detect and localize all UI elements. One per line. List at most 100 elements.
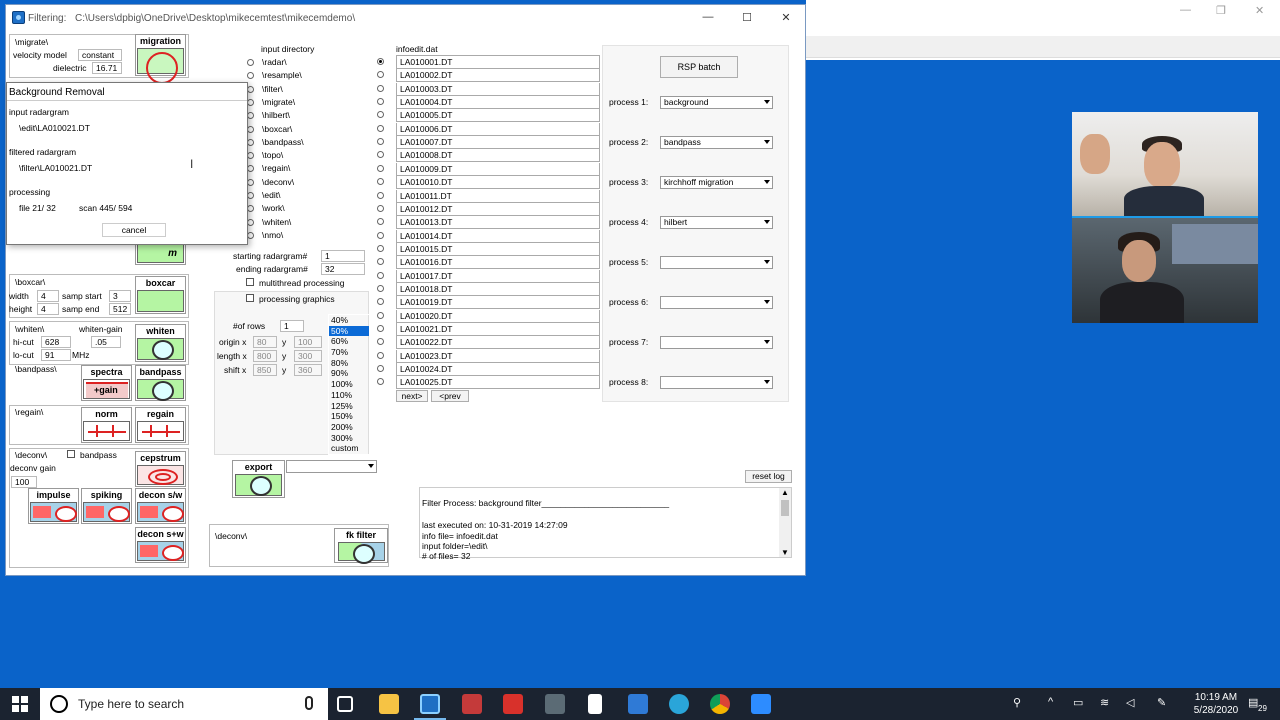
file-list-item[interactable]: LA010025.DT <box>396 376 600 390</box>
people-icon[interactable]: ⚲ <box>1013 696 1021 709</box>
file-list-item[interactable]: LA010009.DT <box>396 162 600 176</box>
cepstrum-button[interactable]: cepstrum <box>135 451 186 487</box>
scroll-down-icon[interactable]: ▼ <box>781 548 789 557</box>
impulse-button[interactable]: impulse <box>28 488 79 524</box>
height-field[interactable]: 4 <box>37 303 59 315</box>
norm-button[interactable]: norm <box>81 407 132 443</box>
input-dir-radio[interactable] <box>247 205 254 213</box>
file-radio[interactable] <box>377 138 384 146</box>
fk-filter-button[interactable]: fk filter <box>334 528 388 564</box>
edge-icon[interactable] <box>669 694 689 714</box>
file-list-item[interactable]: LA010019.DT <box>396 296 600 310</box>
file-radio[interactable] <box>377 311 384 319</box>
scroll-up-icon[interactable]: ▲ <box>781 488 789 497</box>
file-list-item[interactable]: LA010018.DT <box>396 282 600 296</box>
reset-log-button[interactable]: reset log <box>745 470 792 483</box>
hicut-field[interactable]: 628 <box>41 336 71 348</box>
taskbar-search[interactable]: Type here to search <box>40 688 328 720</box>
deconv-gain-field[interactable]: 100 <box>11 476 37 488</box>
file-radio[interactable] <box>377 84 384 92</box>
maximize-button[interactable]: ☐ <box>737 11 757 24</box>
dielectric-field[interactable]: 16.71 <box>92 62 122 74</box>
export-button[interactable]: export <box>232 460 285 498</box>
file-radio[interactable] <box>377 151 384 159</box>
input-dir-radio[interactable] <box>247 98 254 106</box>
process-dropdown[interactable]: kirchhoff migration <box>660 176 773 189</box>
zoom-icon[interactable] <box>751 694 771 714</box>
file-radio[interactable] <box>377 98 384 106</box>
input-dir-radio[interactable] <box>247 231 254 239</box>
input-dir-radio[interactable] <box>247 165 254 173</box>
file-list-item[interactable]: LA010005.DT <box>396 109 600 123</box>
file-list-item[interactable]: LA010011.DT <box>396 189 600 203</box>
samp-end-field[interactable]: 512 <box>109 303 131 315</box>
acrobat-icon[interactable] <box>503 694 523 714</box>
deconv-bandpass-checkbox[interactable] <box>67 450 75 458</box>
wifi-icon[interactable]: ≋ <box>1100 696 1109 709</box>
migration-button[interactable]: migration <box>135 34 186 84</box>
whiten-gain-field[interactable]: .05 <box>91 336 121 348</box>
stack-app-icon[interactable] <box>462 694 482 714</box>
file-radio[interactable] <box>377 338 384 346</box>
origin-x-field[interactable]: 80 <box>253 336 277 348</box>
pen-icon[interactable]: ✎ <box>1157 696 1166 709</box>
minimize-button[interactable]: — <box>698 11 718 23</box>
process-dropdown[interactable] <box>660 256 773 269</box>
file-radio[interactable] <box>377 191 384 199</box>
width-field[interactable]: 4 <box>37 290 59 302</box>
length-y-field[interactable]: 300 <box>294 350 322 362</box>
zoom-option[interactable]: 100% <box>329 379 369 390</box>
file-list-item[interactable]: LA010022.DT <box>396 336 600 350</box>
zoom-option[interactable]: 60% <box>329 336 369 347</box>
file-list-item[interactable]: LA010016.DT <box>396 256 600 270</box>
zoom-list[interactable]: 40% 50% 60% 70% 80% 90% 100% 110% 125% 150% 200% 30… <box>328 314 370 455</box>
ending-radargram-field[interactable]: 32 <box>321 263 365 275</box>
samp-start-field[interactable]: 3 <box>109 290 131 302</box>
file-list-item[interactable]: LA010013.DT <box>396 216 600 230</box>
bg-restore-button[interactable]: ❐ <box>1216 4 1226 17</box>
mail-icon[interactable] <box>628 694 648 714</box>
prev-button[interactable]: <prev <box>431 390 469 402</box>
processing-graphics-checkbox[interactable] <box>246 294 254 302</box>
input-dir-radio[interactable] <box>247 112 254 120</box>
close-button[interactable]: ✕ <box>776 11 796 24</box>
file-radio[interactable] <box>377 178 384 186</box>
zoom-option[interactable]: 300% <box>329 433 369 444</box>
rows-field[interactable]: 1 <box>280 320 304 332</box>
zoom-option[interactable]: custom <box>329 443 369 454</box>
file-list-item[interactable]: LA010021.DT <box>396 323 600 336</box>
log-scrollbar[interactable]: ▲ ▼ <box>779 488 791 557</box>
clock[interactable]: 10:19 AM 5/28/2020 <box>1186 691 1246 717</box>
file-list-item[interactable]: LA010001.DT <box>396 56 600 69</box>
file-radio[interactable] <box>377 325 384 332</box>
file-radio[interactable] <box>377 204 384 212</box>
chrome-icon[interactable] <box>710 694 730 714</box>
cortana-icon[interactable] <box>50 695 68 713</box>
input-dir-radio[interactable] <box>247 72 254 80</box>
microphone-icon[interactable] <box>305 696 313 710</box>
file-list-item[interactable]: LA010003.DT <box>396 82 600 96</box>
document-icon[interactable] <box>588 694 602 714</box>
file-list-item[interactable]: LA010010.DT <box>396 176 600 190</box>
input-dir-radio[interactable] <box>247 192 254 199</box>
notifications-icon[interactable]: ▤ <box>1248 696 1258 709</box>
process-dropdown[interactable] <box>660 296 773 309</box>
file-list-item[interactable]: LA010014.DT <box>396 229 600 243</box>
file-list-item[interactable]: LA010017.DT <box>396 269 600 283</box>
zoom-option[interactable]: 150% <box>329 411 369 422</box>
cancel-button[interactable]: cancel <box>102 223 166 237</box>
origin-y-field[interactable]: 100 <box>294 336 322 348</box>
locut-field[interactable]: 91 <box>41 349 71 361</box>
bg-minimize-button[interactable]: — <box>1180 4 1191 16</box>
process-dropdown[interactable]: bandpass <box>660 136 773 149</box>
process-dropdown[interactable] <box>660 336 773 349</box>
radar-app-icon[interactable] <box>420 694 440 714</box>
zoom-option[interactable]: 40% <box>329 315 369 326</box>
export-dropdown[interactable] <box>286 460 377 473</box>
chevron-up-icon[interactable]: ^ <box>1048 696 1053 708</box>
decon-sw-button[interactable]: decon s/w <box>135 488 186 524</box>
file-list-item[interactable]: LA010024.DT <box>396 363 600 377</box>
input-dir-radio[interactable] <box>247 178 254 186</box>
next-button[interactable]: next> <box>396 390 428 402</box>
volume-icon[interactable]: ◁ <box>1126 696 1134 709</box>
